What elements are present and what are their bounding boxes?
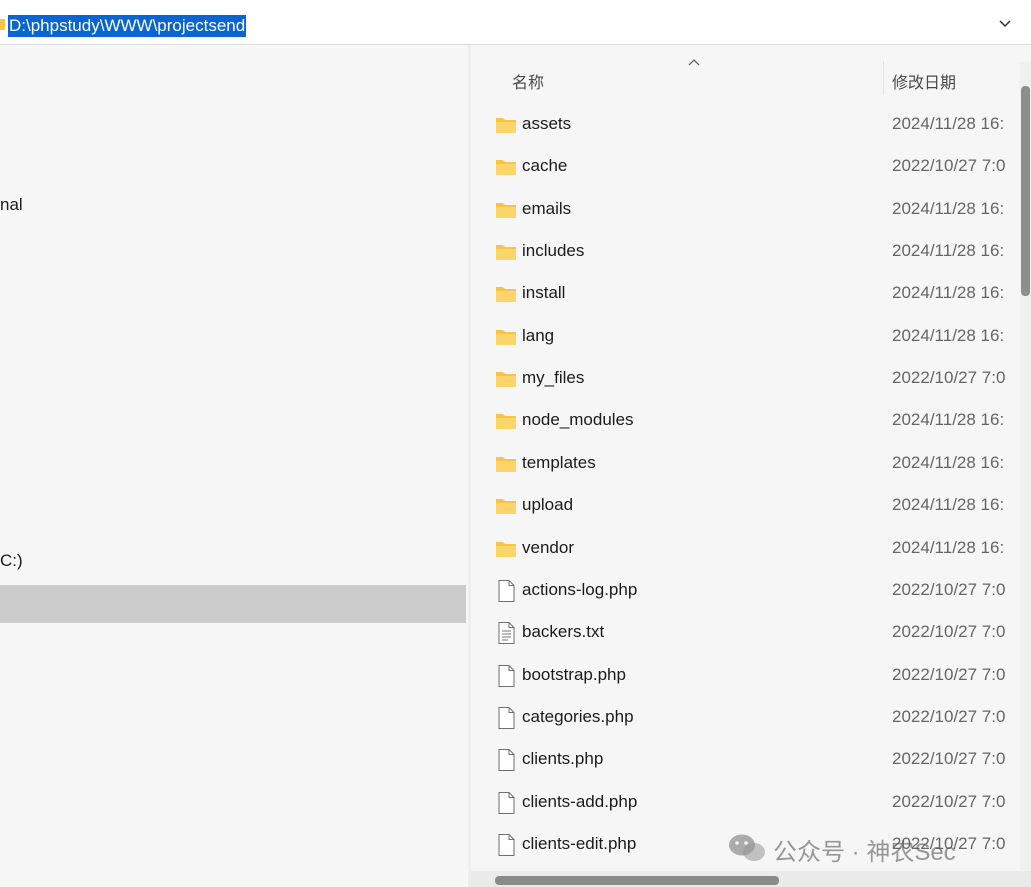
file-row[interactable]: lang 2024/11/28 16: [471, 316, 1016, 358]
file-date-modified: 2024/11/28 16: [892, 241, 1005, 261]
folder-icon [495, 494, 517, 518]
file-row[interactable]: cache 2022/10/27 7:0 [471, 146, 1016, 188]
file-name: clients.php [522, 749, 604, 769]
file-date-modified: 2024/11/28 16: [892, 537, 1005, 557]
file-row[interactable]: templates 2024/11/28 16: [471, 443, 1016, 485]
file-date-modified: 2024/11/28 16: [892, 283, 1005, 303]
folder-icon [495, 409, 517, 433]
file-name: actions-log.php [522, 579, 638, 599]
file-name: node_modules [522, 410, 634, 430]
file-name: install [522, 283, 566, 303]
navigation-pane: nal C:) [0, 45, 468, 887]
column-separator[interactable] [883, 61, 884, 95]
folder-icon [495, 198, 517, 222]
file-row[interactable]: upload 2024/11/28 16: [471, 485, 1016, 527]
file-icon [495, 664, 517, 688]
file-row[interactable]: install 2024/11/28 16: [471, 273, 1016, 315]
folder-icon [495, 537, 517, 561]
file-row[interactable]: vendor 2024/11/28 16: [471, 528, 1016, 570]
file-date-modified: 2024/11/28 16: [892, 198, 1005, 218]
file-row[interactable]: categories.php 2022/10/27 7:0 [471, 697, 1016, 739]
file-row[interactable]: emails 2024/11/28 16: [471, 189, 1016, 231]
file-name: categories.php [522, 706, 634, 726]
file-icon [495, 791, 517, 815]
file-name: vendor [522, 537, 574, 557]
file-name: templates [522, 452, 596, 472]
folder-icon [495, 113, 517, 137]
file-name: emails [522, 198, 572, 218]
file-name: lang [522, 325, 555, 345]
file-row[interactable]: includes 2024/11/28 16: [471, 231, 1016, 273]
file-icon [495, 706, 517, 730]
file-list: 名称 修改日期 assets 2024/11/28 16: cache 2022/10… [471, 45, 1031, 887]
address-bar[interactable]: D:\phpstudy\WWW\projectsend [0, 0, 1031, 45]
file-row[interactable]: my_files 2022/10/27 7:0 [471, 358, 1016, 400]
folder-icon [495, 452, 517, 476]
folder-icon [495, 240, 517, 264]
file-date-modified: 2024/11/28 16: [892, 495, 1005, 515]
file-icon [495, 833, 517, 857]
folder-icon [495, 282, 517, 306]
nav-item-quick-access[interactable]: nal [0, 195, 23, 215]
file-name: backers.txt [522, 622, 605, 642]
folder-icon [495, 155, 517, 179]
column-header-row: 名称 修改日期 [471, 45, 1031, 113]
file-name: my_files [522, 368, 585, 388]
nav-item-drive-c[interactable]: C:) [0, 551, 23, 571]
file-date-modified: 2022/10/27 7:0 [892, 622, 1006, 642]
file-date-modified: 2022/10/27 7:0 [892, 791, 1006, 811]
watermark-text: 公众号 · 神农Sec [773, 839, 956, 866]
file-date-modified: 2024/11/28 16: [892, 452, 1005, 472]
column-header-date-modified[interactable]: 修改日期 [892, 69, 956, 93]
folder-icon [0, 19, 5, 30]
chevron-down-icon[interactable] [995, 16, 1015, 32]
file-row[interactable]: backers.txt 2022/10/27 7:0 [471, 612, 1016, 654]
file-row[interactable]: bootstrap.php 2022/10/27 7:0 [471, 655, 1016, 697]
sort-ascending-icon [688, 59, 700, 66]
file-date-modified: 2022/10/27 7:0 [892, 749, 1006, 769]
text-file-icon [495, 621, 517, 645]
file-row[interactable]: clients-add.php 2022/10/27 7:0 [471, 782, 1016, 824]
file-row[interactable]: actions-log.php 2022/10/27 7:0 [471, 570, 1016, 612]
file-name: clients-edit.php [522, 833, 637, 853]
wechat-icon [729, 834, 765, 861]
file-name: bootstrap.php [522, 664, 626, 684]
vertical-scrollbar-thumb[interactable] [1021, 86, 1030, 296]
file-icon [495, 579, 517, 603]
file-date-modified: 2022/10/27 7:0 [892, 156, 1006, 176]
file-date-modified: 2022/10/27 7:0 [892, 368, 1006, 388]
nav-item-selected[interactable] [0, 585, 466, 623]
folder-icon [495, 325, 517, 349]
file-name: upload [522, 495, 574, 515]
folder-icon [495, 367, 517, 391]
file-date-modified: 2022/10/27 7:0 [892, 579, 1006, 599]
file-date-modified: 2024/11/28 16: [892, 114, 1005, 133]
column-header-name[interactable]: 名称 [512, 69, 544, 93]
file-row[interactable]: clients.php 2022/10/27 7:0 [471, 739, 1016, 781]
file-row[interactable]: node_modules 2024/11/28 16: [471, 400, 1016, 442]
file-row[interactable]: assets 2024/11/28 16: [471, 104, 1016, 146]
horizontal-scrollbar-thumb[interactable] [495, 876, 779, 885]
file-name: cache [522, 156, 568, 176]
file-date-modified: 2022/10/27 7:0 [892, 706, 1006, 726]
file-date-modified: 2024/11/28 16: [892, 410, 1005, 430]
file-date-modified: 2022/10/27 7:0 [892, 664, 1006, 684]
file-name: assets [522, 114, 572, 133]
file-name: includes [522, 241, 585, 261]
file-date-modified: 2024/11/28 16: [892, 325, 1005, 345]
file-name: clients-add.php [522, 791, 638, 811]
file-icon [495, 748, 517, 772]
address-path-input[interactable]: D:\phpstudy\WWW\projectsend [8, 15, 247, 37]
